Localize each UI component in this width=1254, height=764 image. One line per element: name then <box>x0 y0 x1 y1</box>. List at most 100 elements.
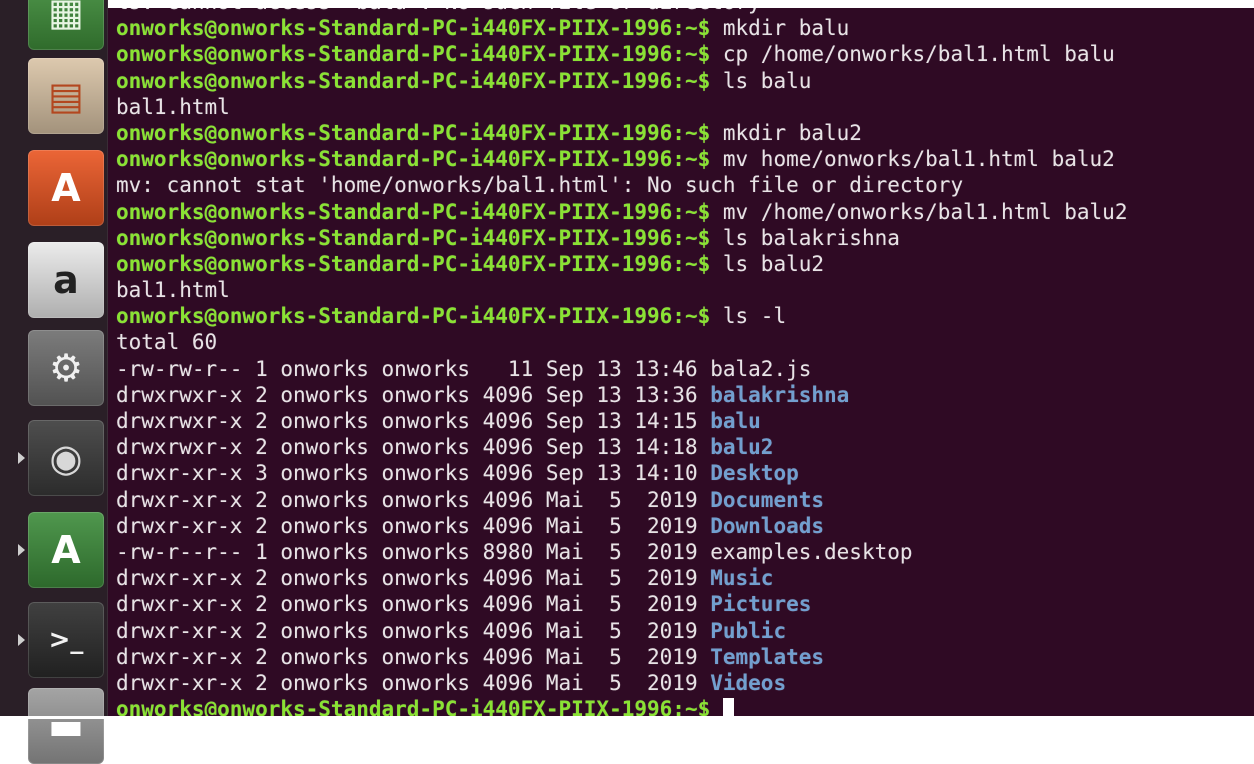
output-text: bal1.html <box>116 94 230 119</box>
listing-row: drwxr-xr-x 2 onworks onworks 4096 Mai 5 … <box>116 591 1127 617</box>
listing-row: drwxrwxr-x 2 onworks onworks 4096 Sep 13… <box>116 434 1127 460</box>
system-settings-icon: ⚙ <box>48 346 84 390</box>
file-metadata: drwxrwxr-x 2 onworks onworks 4096 Sep 13… <box>116 382 711 407</box>
listing-row: drwxr-xr-x 2 onworks onworks 4096 Mai 5 … <box>116 513 1127 539</box>
command-line: onworks@onworks-Standard-PC-i440FX-PIIX-… <box>116 225 1127 251</box>
command-text: cp /home/onworks/bal1.html balu <box>710 42 1115 67</box>
unity-launcher: ▦ ▤ Aa ⚙ ◉ A >_ ▬ <box>0 0 108 764</box>
file-name: bala2.js <box>710 356 812 381</box>
listing-row: drwxr-xr-x 2 onworks onworks 4096 Mai 5 … <box>116 618 1127 644</box>
command-text: mv /home/onworks/bal1.html balu2 <box>710 199 1128 224</box>
output-line: bal1.html <box>116 94 1127 120</box>
file-metadata: drwxrwxr-x 2 onworks onworks 4096 Sep 13… <box>116 409 711 433</box>
ubuntu-software-center-launcher-item[interactable]: A <box>28 150 104 226</box>
output-line: total 60 <box>116 329 1127 355</box>
amazon-launcher-item[interactable]: a <box>28 242 104 318</box>
file-metadata: drwxr-xr-x 2 onworks onworks 4096 Mai 5 … <box>116 618 711 643</box>
libreoffice-impress-launcher-item[interactable]: ▤ <box>28 58 104 134</box>
command-text: mkdir balu2 <box>710 120 862 145</box>
directory-name: Desktop <box>710 461 799 486</box>
file-metadata: drwxr-xr-x 2 onworks onworks 4096 Mai 5 … <box>116 487 711 512</box>
directory-name: balu <box>710 409 761 433</box>
file-name: examples.desktop <box>710 539 913 564</box>
command-text: ls -l <box>710 304 787 329</box>
listing-row: -rw-rw-r-- 1 onworks onworks 11 Sep 13 1… <box>116 356 1127 382</box>
output-text: bal1.html <box>116 278 230 303</box>
running-indicator <box>18 544 25 556</box>
shell-prompt: onworks@onworks-Standard-PC-i440FX-PIIX-… <box>116 225 711 250</box>
libreoffice-calc-launcher-item[interactable]: ▦ <box>28 0 104 50</box>
running-indicator <box>18 452 25 464</box>
shell-prompt: onworks@onworks-Standard-PC-i440FX-PIIX-… <box>116 120 711 145</box>
screenshot-top-edge <box>108 0 1254 8</box>
directory-name: balu2 <box>710 435 774 460</box>
amazon-icon: a <box>53 258 79 302</box>
directory-name: Templates <box>710 644 825 669</box>
desktop-screen: ▦ ▤ Aa ⚙ ◉ A >_ ▬ ls: cannot access 'balu': No … <box>0 0 1254 764</box>
command-line: onworks@onworks-Standard-PC-i440FX-PIIX-… <box>116 146 1127 172</box>
command-line: onworks@onworks-Standard-PC-i440FX-PIIX-… <box>116 120 1127 146</box>
command-line: onworks@onworks-Standard-PC-i440FX-PIIX-… <box>116 68 1127 94</box>
output-text: total 60 <box>116 330 218 355</box>
listing-row: drwxr-xr-x 2 onworks onworks 4096 Mai 5 … <box>116 565 1127 591</box>
listing-row: -rw-r--r-- 1 onworks onworks 8980 Mai 5 … <box>116 539 1127 565</box>
listing-row: drwxrwxr-x 2 onworks onworks 4096 Sep 13… <box>116 382 1127 408</box>
output-line: bal1.html <box>116 277 1127 303</box>
listing-row: drwxr-xr-x 3 onworks onworks 4096 Sep 13… <box>116 460 1127 486</box>
shell-prompt: onworks@onworks-Standard-PC-i440FX-PIIX-… <box>116 199 711 224</box>
running-indicator <box>18 634 25 646</box>
command-line: onworks@onworks-Standard-PC-i440FX-PIIX-… <box>116 199 1127 225</box>
terminal-output: ls: cannot access 'balu': No such file o… <box>116 0 1127 719</box>
directory-name: Videos <box>710 670 787 695</box>
command-text: ls balu2 <box>710 251 825 276</box>
listing-row: drwxrwxr-x 2 onworks onworks 4096 Sep 13… <box>116 408 1127 434</box>
directory-name: Downloads <box>710 513 825 538</box>
shell-prompt: onworks@onworks-Standard-PC-i440FX-PIIX-… <box>116 68 711 93</box>
directory-name: balakrishna <box>710 382 850 407</box>
directory-name: Pictures <box>710 592 812 617</box>
command-line: onworks@onworks-Standard-PC-i440FX-PIIX-… <box>116 41 1127 67</box>
terminal-icon: >_ <box>48 625 84 655</box>
file-metadata: -rw-rw-r-- 1 onworks onworks 11 Sep 13 1… <box>116 356 711 381</box>
software-updater-launcher-item[interactable]: A <box>28 512 104 588</box>
shell-prompt: onworks@onworks-Standard-PC-i440FX-PIIX-… <box>116 147 711 172</box>
command-text: ls balu <box>710 68 812 93</box>
directory-name: Public <box>710 618 787 643</box>
listing-row: drwxr-xr-x 2 onworks onworks 4096 Mai 5 … <box>116 644 1127 670</box>
terminal-launcher-item[interactable]: >_ <box>28 602 104 678</box>
command-line: onworks@onworks-Standard-PC-i440FX-PIIX-… <box>116 303 1127 329</box>
system-settings-launcher-item[interactable]: ⚙ <box>28 330 104 406</box>
disk-utility-icon: ◉ <box>49 436 83 480</box>
file-metadata: drwxr-xr-x 3 onworks onworks 4096 Sep 13… <box>116 461 711 486</box>
command-line: onworks@onworks-Standard-PC-i440FX-PIIX-… <box>116 15 1127 41</box>
file-metadata: drwxr-xr-x 2 onworks onworks 4096 Mai 5 … <box>116 513 711 538</box>
shell-prompt: onworks@onworks-Standard-PC-i440FX-PIIX-… <box>116 42 711 67</box>
save-drive-launcher-item[interactable]: ▬ <box>28 688 104 764</box>
software-updater-icon: A <box>51 528 81 572</box>
command-text: ls balakrishna <box>710 225 900 250</box>
shell-prompt: onworks@onworks-Standard-PC-i440FX-PIIX-… <box>116 251 711 276</box>
terminal-window[interactable]: ls: cannot access 'balu': No such file o… <box>108 0 1254 719</box>
ubuntu-software-center-icon: A <box>51 166 81 210</box>
file-metadata: drwxr-xr-x 2 onworks onworks 4096 Mai 5 … <box>116 644 711 669</box>
directory-name: Music <box>710 566 774 591</box>
command-line: onworks@onworks-Standard-PC-i440FX-PIIX-… <box>116 251 1127 277</box>
file-metadata: drwxr-xr-x 2 onworks onworks 4096 Mai 5 … <box>116 592 711 617</box>
command-text: mv home/onworks/bal1.html balu2 <box>710 147 1115 172</box>
shell-prompt: onworks@onworks-Standard-PC-i440FX-PIIX-… <box>116 304 711 329</box>
shell-prompt: onworks@onworks-Standard-PC-i440FX-PIIX-… <box>116 16 711 41</box>
disk-utility-launcher-item[interactable]: ◉ <box>28 420 104 496</box>
command-text: mkdir balu <box>710 16 850 41</box>
libreoffice-calc-icon: ▦ <box>48 0 84 34</box>
output-text: mv: cannot stat 'home/onworks/bal1.html'… <box>116 173 964 198</box>
output-line: mv: cannot stat 'home/onworks/bal1.html'… <box>116 172 1127 198</box>
file-metadata: drwxrwxr-x 2 onworks onworks 4096 Sep 13… <box>116 435 711 460</box>
libreoffice-impress-icon: ▤ <box>48 74 84 118</box>
file-metadata: drwxr-xr-x 2 onworks onworks 4096 Mai 5 … <box>116 566 711 591</box>
listing-row: drwxr-xr-x 2 onworks onworks 4096 Mai 5 … <box>116 487 1127 513</box>
listing-row: drwxr-xr-x 2 onworks onworks 4096 Mai 5 … <box>116 670 1127 696</box>
file-metadata: -rw-r--r-- 1 onworks onworks 8980 Mai 5 … <box>116 539 711 564</box>
directory-name: Documents <box>710 487 825 512</box>
file-metadata: drwxr-xr-x 2 onworks onworks 4096 Mai 5 … <box>116 670 711 695</box>
save-drive-icon: ▬ <box>48 704 84 748</box>
